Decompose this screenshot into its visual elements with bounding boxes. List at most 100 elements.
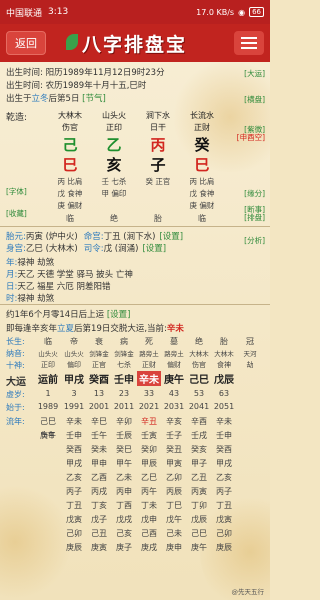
- side-tag[interactable]: [字体]: [6, 186, 27, 197]
- dayun-tag[interactable]: [大运]: [244, 68, 265, 79]
- app-title: 八字排盘宝: [82, 34, 188, 56]
- liunian-cell[interactable]: 甲辰: [137, 458, 161, 469]
- liunian-cell[interactable]: 丙戌: [87, 486, 111, 497]
- info-settings-tag[interactable]: [设置]: [159, 232, 183, 242]
- liunian-cell[interactable]: 乙亥: [212, 472, 236, 483]
- hengpan-tag[interactable]: [横盘]: [244, 94, 265, 105]
- liunian-cell[interactable]: 甲戌: [212, 458, 236, 469]
- liunian-cell[interactable]: 辛酉: [187, 416, 211, 427]
- liunian-cell[interactable]: 庚辰: [62, 542, 86, 553]
- solar-term-tag[interactable]: [节气]: [82, 94, 106, 104]
- menu-button[interactable]: [234, 31, 264, 55]
- liunian-cell[interactable]: 戊午: [162, 514, 186, 525]
- liunian-cell[interactable]: 壬辰: [112, 430, 136, 441]
- dayun-pillar[interactable]: 戊辰: [212, 371, 236, 386]
- dayun-pillar[interactable]: 壬申: [112, 371, 136, 386]
- back-button[interactable]: 返回: [6, 31, 46, 55]
- liunian-cell[interactable]: 甲申: [87, 458, 111, 469]
- liunian-cell[interactable]: 庚申: [162, 542, 186, 553]
- liunian-cell[interactable]: 戊戌: [112, 514, 136, 525]
- liunian-cell[interactable]: 己亥: [112, 528, 136, 539]
- liunian-cell[interactable]: 辛亥: [162, 416, 186, 427]
- info-label-2: 命宫:: [83, 232, 104, 242]
- liunian-cell[interactable]: 乙巳: [137, 472, 161, 483]
- info-settings-tag[interactable]: [设置]: [142, 244, 166, 254]
- liunian-cell[interactable]: 己卯: [62, 528, 86, 539]
- liunian-cell[interactable]: 丁未: [137, 500, 161, 511]
- liunian-cell[interactable]: 辛丑: [137, 416, 161, 427]
- liunian-cell[interactable]: 丙子: [212, 486, 236, 497]
- side-tag[interactable]: [排盘]: [244, 212, 265, 223]
- liunian-cell[interactable]: 庚子: [112, 542, 136, 553]
- liunian-cell[interactable]: 甲寅: [162, 458, 186, 469]
- liunian-cell[interactable]: 丙子: [62, 486, 86, 497]
- dayun-pillar[interactable]: 己巳: [187, 371, 211, 386]
- dayun-row-label: 长生:: [6, 337, 25, 346]
- liunian-cell[interactable]: 丁丑: [212, 500, 236, 511]
- dayun-pillar[interactable]: 甲戌: [62, 371, 86, 386]
- liunian-cell[interactable]: 甲午: [112, 458, 136, 469]
- liunian-cell[interactable]: 甲戌: [62, 458, 86, 469]
- side-tag[interactable]: [分析]: [244, 235, 265, 246]
- liunian-cell[interactable]: 丙午: [137, 486, 161, 497]
- jiaoyun-term: 立夏: [57, 324, 75, 334]
- liunian-cell[interactable]: 己酉: [137, 528, 161, 539]
- info-value-2: 戊 (涧涌): [103, 244, 139, 254]
- liunian-cell[interactable]: 辛巳: [87, 416, 111, 427]
- dayun-pillar[interactable]: 运前: [36, 371, 60, 386]
- liunian-cell[interactable]: 己巳: [187, 528, 211, 539]
- liunian-cell[interactable]: 乙卯: [162, 472, 186, 483]
- liunian-cell[interactable]: 己卯: [212, 528, 236, 539]
- liunian-cell[interactable]: 戊辰: [187, 514, 211, 525]
- liunian-cell[interactable]: 庚午: [187, 542, 211, 553]
- liunian-cell[interactable]: 壬午: [87, 430, 111, 441]
- kongwang-tag: [申酉空]: [236, 133, 265, 142]
- liunian-cell[interactable]: 壬子: [162, 430, 186, 441]
- liunian-cell[interactable]: 丙辰: [162, 486, 186, 497]
- liunian-cell[interactable]: 壬寅: [137, 430, 161, 441]
- liunian-cell[interactable]: 壬戌: [187, 430, 211, 441]
- liunian-cell[interactable]: 庚寅: [87, 542, 111, 553]
- liunian-cell[interactable]: 辛卯: [112, 416, 136, 427]
- liunian-cell[interactable]: 癸酉: [62, 444, 86, 455]
- liunian-cell[interactable]: 乙未: [112, 472, 136, 483]
- liunian-cell[interactable]: 甲子: [187, 458, 211, 469]
- liunian-cell[interactable]: 癸丑: [162, 444, 186, 455]
- liunian-cell[interactable]: 戊寅: [212, 514, 236, 525]
- liunian-cell[interactable]: 丁酉: [112, 500, 136, 511]
- liunian-cell[interactable]: 癸巳: [112, 444, 136, 455]
- liunian-cell[interactable]: 丙申: [112, 486, 136, 497]
- liunian-cell[interactable]: 己巳: [36, 416, 60, 427]
- liunian-cell[interactable]: 己丑: [87, 528, 111, 539]
- liunian-cell[interactable]: 壬申: [62, 430, 86, 441]
- liunian-cell[interactable]: 丁卯: [187, 500, 211, 511]
- liunian-cell[interactable]: 辛未: [212, 416, 236, 427]
- liunian-cell[interactable]: 乙亥: [62, 472, 86, 483]
- liunian-cell[interactable]: 戊申: [137, 514, 161, 525]
- liunian-cell[interactable]: 丁丑: [62, 500, 86, 511]
- liunian-cell[interactable]: 庚戌: [137, 542, 161, 553]
- liunian-cell[interactable]: 丁亥: [87, 500, 111, 511]
- liunian-cell[interactable]: 丁巳: [162, 500, 186, 511]
- dayun-changsheng: 临: [44, 337, 52, 346]
- qiyun-settings[interactable]: [设置]: [107, 310, 131, 320]
- dayun-pillar[interactable]: 癸酉: [87, 371, 111, 386]
- liunian-cell[interactable]: 戊子: [87, 514, 111, 525]
- liunian-cell[interactable]: 癸卯: [137, 444, 161, 455]
- dayun-pillar[interactable]: 庚午: [162, 371, 186, 386]
- liunian-cell[interactable]: 癸酉: [212, 444, 236, 455]
- liunian-cell[interactable]: 癸未: [87, 444, 111, 455]
- liunian-cell[interactable]: 己未: [162, 528, 186, 539]
- pillar-nayin: 山头火: [102, 111, 126, 120]
- liunian-cell[interactable]: 庚辰: [212, 542, 236, 553]
- liunian-cell[interactable]: 壬申: [212, 430, 236, 441]
- liunian-cell[interactable]: 乙丑: [187, 472, 211, 483]
- liunian-cell[interactable]: 戊寅: [62, 514, 86, 525]
- liunian-cell[interactable]: 乙酉: [87, 472, 111, 483]
- side-tag[interactable]: [缘分]: [244, 188, 265, 199]
- liunian-cell[interactable]: 丙寅: [187, 486, 211, 497]
- liunian-cell[interactable]: 辛未: [62, 416, 86, 427]
- side-tag[interactable]: [收藏]: [6, 208, 27, 219]
- dayun-pillar[interactable]: 辛未: [137, 371, 161, 386]
- liunian-cell[interactable]: 癸亥: [187, 444, 211, 455]
